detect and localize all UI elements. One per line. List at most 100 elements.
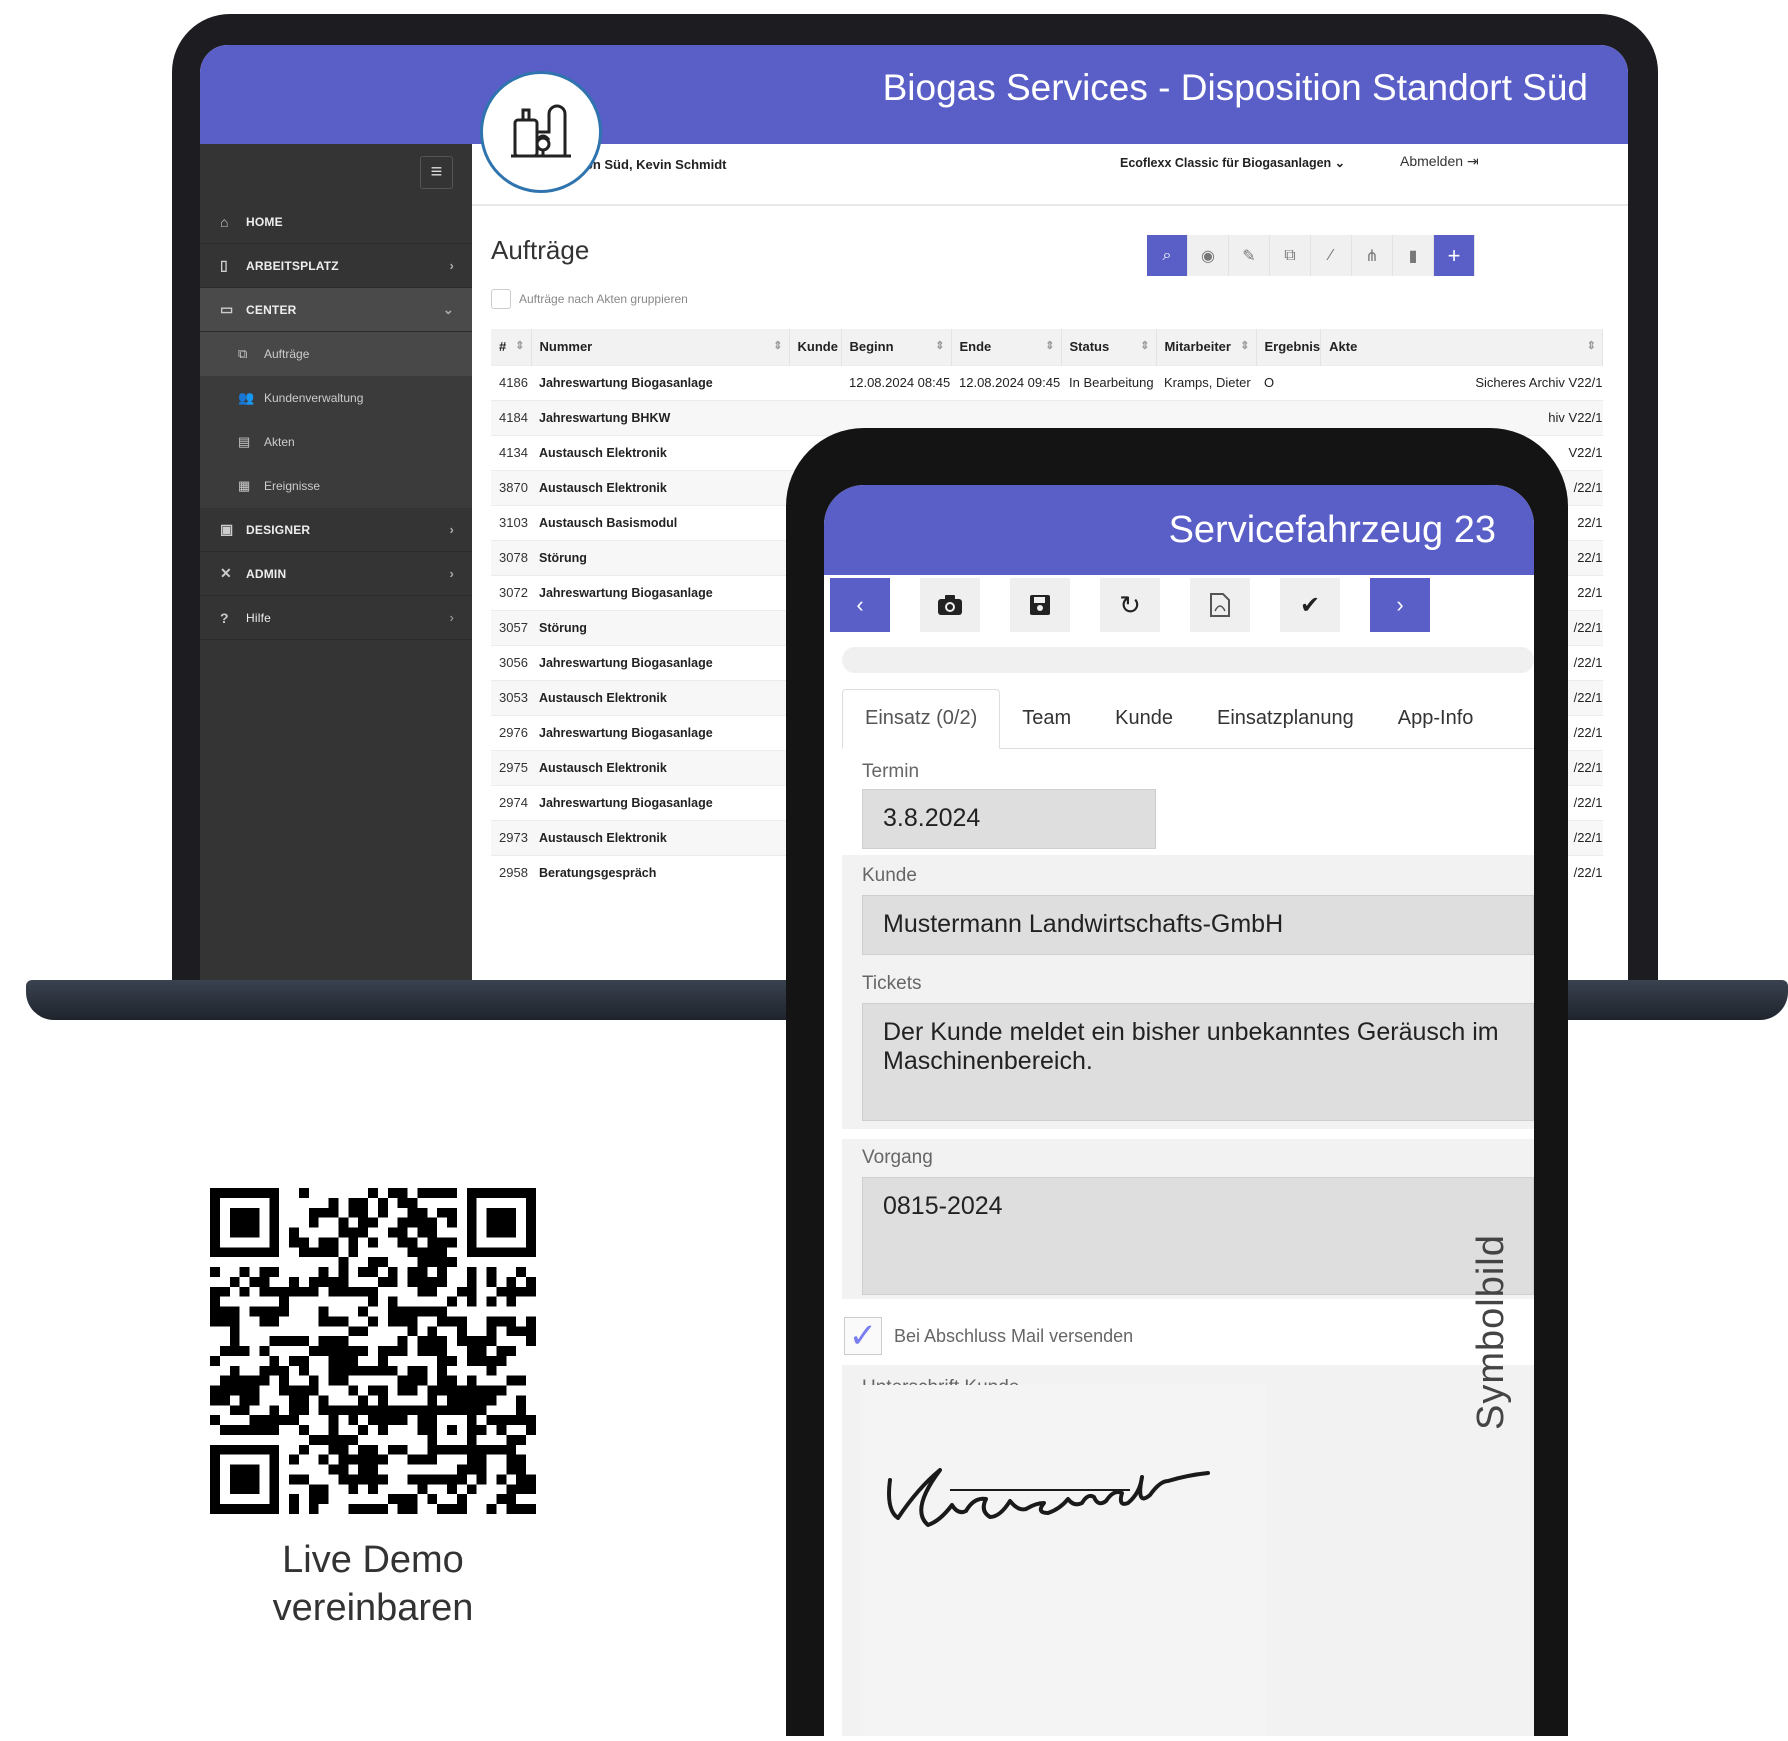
tab-app-info[interactable]: App-Info	[1376, 689, 1496, 749]
column-header[interactable]: Mitarbeiter ⇕	[1156, 329, 1257, 365]
monitor-icon: ▭	[220, 301, 234, 317]
column-header[interactable]: Nummer ⇕	[531, 329, 790, 365]
help-icon: ?	[220, 609, 229, 626]
mail-checkbox[interactable]: ✓ Bei Abschluss Mail versenden	[844, 1317, 1133, 1355]
next-button[interactable]: ›	[1370, 578, 1430, 632]
cell-ende: 12.08.2024 09:45	[951, 364, 1061, 400]
tablet-toolbar: ‹ ↻ ✔ ›	[830, 578, 1460, 632]
tab-kunde[interactable]: Kunde	[1093, 689, 1195, 749]
cell-title: Austausch Elektronik	[531, 469, 789, 505]
refresh-button[interactable]: ↻	[1100, 578, 1160, 632]
previous-button[interactable]: ‹	[830, 578, 890, 632]
designer-icon: ▣	[220, 521, 234, 537]
vorgang-label: Vorgang	[862, 1147, 933, 1168]
tab-team[interactable]: Team	[1000, 689, 1093, 749]
sidebar-item-kundenverwaltung[interactable]: 👥 Kundenverwaltung	[200, 376, 472, 420]
chevron-left-icon: ‹	[856, 592, 864, 617]
cell-id: 3053	[491, 679, 531, 715]
cell-id: 4186	[491, 364, 531, 400]
sidebar-item-ereignisse[interactable]: ▦ Ereignisse	[200, 464, 472, 508]
column-header[interactable]: Kunde	[789, 329, 842, 365]
plus-icon: +	[1447, 242, 1461, 268]
signature-image	[887, 1468, 1210, 1527]
sidebar-item-center[interactable]: ▭ CENTER ⌄	[200, 288, 472, 332]
vorgang-field[interactable]: 0815-2024	[862, 1177, 1534, 1295]
sidebar-item-label: CENTER	[246, 302, 297, 317]
column-header[interactable]: Status ⇕	[1061, 329, 1157, 365]
brush-button[interactable]: ⁄	[1311, 235, 1352, 276]
chevron-right-icon: ›	[449, 258, 454, 273]
tickets-section: Tickets Der Kunde meldet ein bisher unbe…	[842, 963, 1534, 1129]
orders-toolbar: ⌕ ◉ ✎ ⧉ ⁄ ⋔ ▮ +	[1147, 235, 1475, 276]
cell-akte: Sicheres Archiv V22/1	[1320, 364, 1603, 400]
edit-button[interactable]: ✎	[1229, 235, 1270, 276]
menu-toggle-button[interactable]: ≡	[420, 156, 453, 189]
search-button[interactable]: ⌕	[1147, 235, 1188, 276]
sidebar-item-label: Akten	[264, 435, 295, 449]
sidebar-item-label: Ereignisse	[264, 479, 321, 493]
sidebar-item-hilfe[interactable]: ? Hilfe ›	[200, 596, 472, 640]
kunde-field[interactable]: Mustermann Landwirtschafts-GmbH	[862, 895, 1534, 955]
progress-bar	[842, 647, 1534, 673]
column-header[interactable]: # ⇕	[491, 329, 532, 365]
checkbox[interactable]	[491, 289, 511, 309]
cell-mitarbeiter: Kramps, Dieter	[1156, 364, 1256, 400]
archive-icon: ▤	[238, 434, 251, 449]
product-selector[interactable]: Ecoflexx Classic für Biogasanlagen ⌄	[1120, 155, 1345, 170]
brush-icon: ⁄	[1329, 246, 1333, 264]
confirm-button[interactable]: ✔	[1280, 578, 1340, 632]
sidebar-item-home[interactable]: ⌂ HOME	[200, 200, 472, 244]
cell-id: 4184	[491, 399, 531, 435]
cell-id: 3056	[491, 644, 531, 680]
group-by-akten-checkbox[interactable]: Aufträge nach Akten gruppieren	[491, 289, 688, 309]
column-header[interactable]: Akte ⇕	[1320, 329, 1603, 365]
pencil-icon: ✎	[1242, 247, 1256, 265]
cell-title: Austausch Elektronik	[531, 434, 789, 470]
delete-button[interactable]: ▮	[1393, 235, 1434, 276]
tablet-tabs: Einsatz (0/2) Team Kunde Einsatzplanung …	[842, 688, 1534, 749]
table-row[interactable]: 4186 Jahreswartung Biogasanlage 12.08.2024…	[491, 364, 1603, 400]
logout-button[interactable]: Abmelden ⇥	[1400, 153, 1479, 170]
column-header[interactable]: Ende ⇕	[951, 329, 1062, 365]
sidebar-item-label: ARBEITSPLATZ	[246, 258, 339, 273]
signature-pad[interactable]	[860, 1385, 1266, 1736]
chevron-right-icon: ›	[449, 610, 454, 625]
camera-button[interactable]	[920, 578, 980, 632]
home-icon: ⌂	[220, 213, 229, 230]
column-header[interactable]: Ergebnis	[1256, 329, 1322, 365]
vehicle-title: Servicefahrzeug 23	[1168, 509, 1496, 551]
tickets-field[interactable]: Der Kunde meldet ein bisher unbekanntes …	[862, 1003, 1534, 1121]
trash-icon: ▮	[1408, 247, 1418, 265]
mobile-icon: ▯	[220, 257, 228, 273]
termin-field[interactable]: 3.8.2024	[862, 789, 1156, 849]
sort-icon: ⇕	[1586, 340, 1596, 353]
sidebar-item-admin[interactable]: ✕ ADMIN ›	[200, 552, 472, 596]
tab-einsatzplanung[interactable]: Einsatzplanung	[1195, 689, 1376, 749]
checkmark-icon[interactable]: ✓	[844, 1317, 882, 1355]
sidebar-item-designer[interactable]: ▣ DESIGNER ›	[200, 508, 472, 552]
camera-icon	[938, 595, 962, 615]
app-title: Biogas Services - Disposition Standort S…	[882, 67, 1588, 108]
eye-icon: ◉	[1201, 247, 1215, 265]
copy-icon: ⧉	[1284, 246, 1296, 264]
tab-einsatz[interactable]: Einsatz (0/2)	[842, 688, 1001, 749]
pdf-button[interactable]	[1190, 578, 1250, 632]
view-button[interactable]: ◉	[1188, 235, 1229, 276]
add-button[interactable]: +	[1434, 235, 1475, 276]
sidebar-item-auftraege[interactable]: ⧉ Aufträge	[200, 332, 472, 376]
sidebar-item-akten[interactable]: ▤ Akten	[200, 420, 472, 464]
pdf-icon	[1210, 593, 1230, 617]
cell-id: 2976	[491, 714, 531, 750]
column-header[interactable]: Beginn ⇕	[841, 329, 952, 365]
qr-code[interactable]	[210, 1188, 536, 1514]
sort-icon: ⇕	[935, 340, 945, 353]
qr-caption-line1: Live Demo	[282, 1539, 464, 1581]
cell-title: Austausch Elektronik	[531, 819, 789, 855]
copy-button[interactable]: ⧉	[1270, 235, 1311, 276]
save-button[interactable]	[1010, 578, 1070, 632]
sidebar-item-arbeitsplatz[interactable]: ▯ ARBEITSPLATZ ›	[200, 244, 472, 288]
sidebar-item-label: Kundenverwaltung	[264, 391, 364, 405]
events-icon: ▦	[238, 478, 251, 493]
sidebar-item-label: ADMIN	[246, 566, 287, 581]
hierarchy-button[interactable]: ⋔	[1352, 235, 1393, 276]
